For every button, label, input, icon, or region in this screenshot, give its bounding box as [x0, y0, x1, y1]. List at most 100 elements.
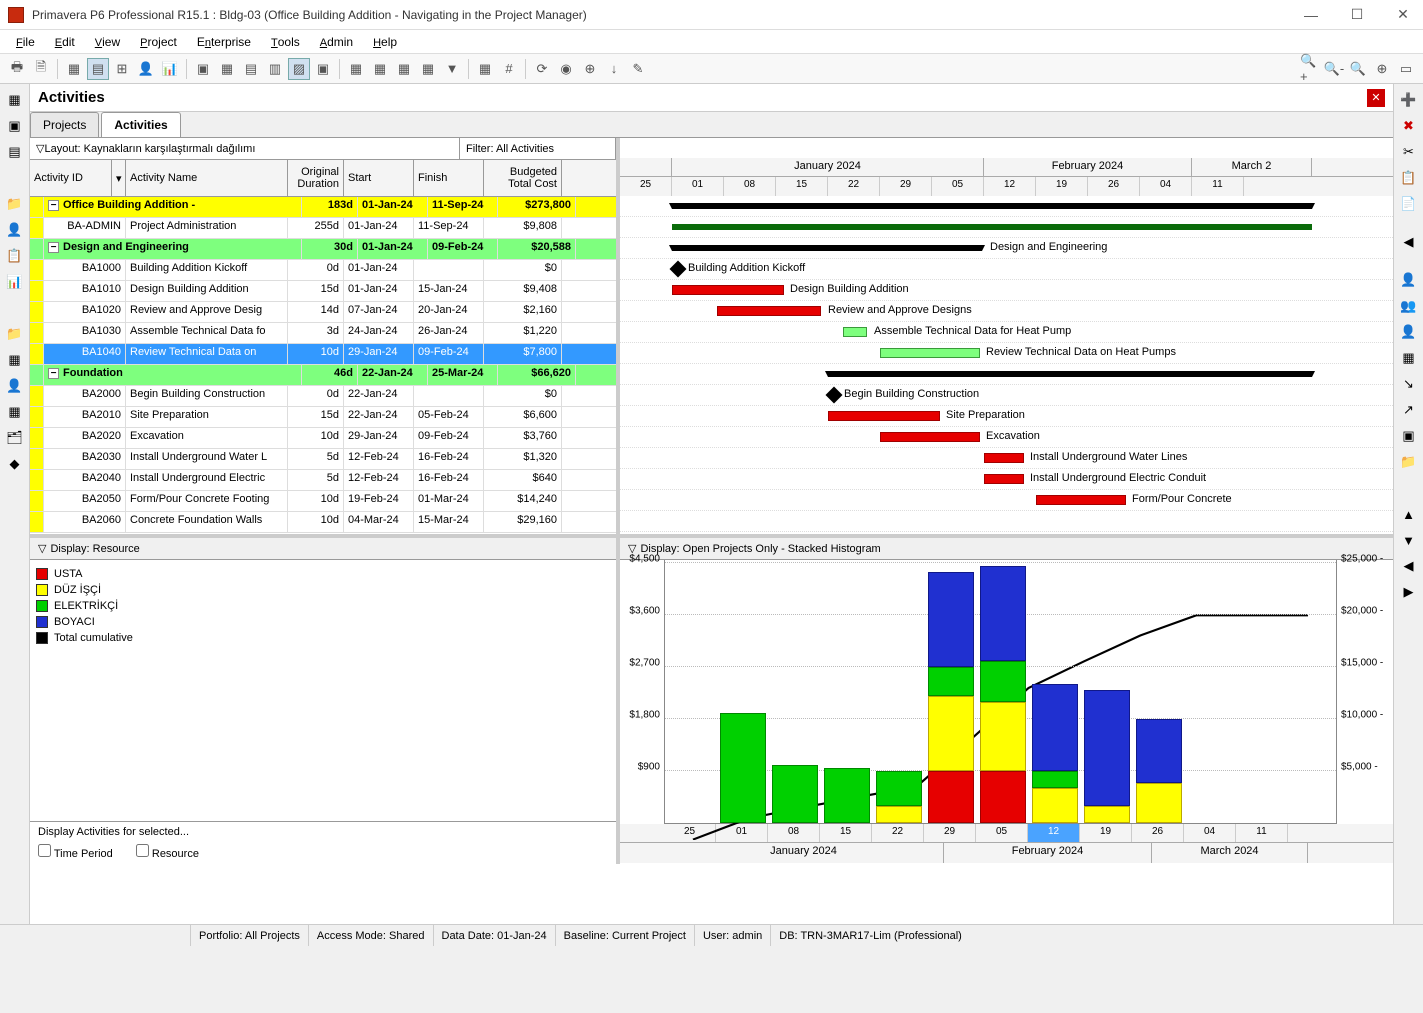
table-row[interactable]: BA2050Form/Pour Concrete Footing10d19-Fe…	[30, 491, 616, 512]
table-row[interactable]: BA1000Building Addition Kickoff0d01-Jan-…	[30, 260, 616, 281]
tool-icon[interactable]: ▥	[264, 58, 286, 80]
menu-file[interactable]: File	[8, 32, 43, 52]
arrow-up-icon[interactable]: ▲	[1399, 504, 1419, 524]
tool-icon[interactable]: ▣	[312, 58, 334, 80]
menu-project[interactable]: Project	[132, 32, 185, 52]
histogram-chart[interactable]	[664, 560, 1337, 824]
tool-icon[interactable]: ◉	[555, 58, 577, 80]
sidebar-icon[interactable]: 🗂	[5, 428, 25, 448]
hash-icon[interactable]: #	[498, 58, 520, 80]
close-panel-icon[interactable]: ✕	[1367, 89, 1385, 107]
menu-enterprise[interactable]: Enterprise	[189, 32, 259, 52]
menu-view[interactable]: View	[87, 32, 128, 52]
table-row[interactable]: −Foundation46d22-Jan-2425-Mar-24$66,620	[30, 365, 616, 386]
sidebar-icon[interactable]: 📋	[5, 246, 25, 266]
zoom-out-icon[interactable]: 🔍-	[1323, 58, 1345, 80]
sidebar-icon[interactable]: ▤	[5, 142, 25, 162]
sidebar-icon[interactable]: ▦	[5, 350, 25, 370]
tool-icon[interactable]: ▭	[1395, 58, 1417, 80]
code-icon[interactable]: ▦	[1399, 348, 1419, 368]
table-row[interactable]: BA-ADMINProject Administration255d01-Jan…	[30, 218, 616, 239]
menu-tools[interactable]: Tools	[263, 32, 308, 52]
tool-icon[interactable]: ⊕	[1371, 58, 1393, 80]
role-icon[interactable]: 👥	[1399, 296, 1419, 316]
table-row[interactable]: BA1040Review Technical Data on10d29-Jan-…	[30, 344, 616, 365]
layout-label[interactable]: ▽ Layout: Kaynakların karşılaştırmalı da…	[30, 138, 460, 159]
copy-icon[interactable]: 📋	[1399, 168, 1419, 188]
tool-icon[interactable]: ↓	[603, 58, 625, 80]
table-row[interactable]: BA1030Assemble Technical Data fo3d24-Jan…	[30, 323, 616, 344]
table-row[interactable]: BA1020Review and Approve Desig14d07-Jan-…	[30, 302, 616, 323]
doc-icon[interactable]: 📁	[1399, 452, 1419, 472]
table-row[interactable]: BA1010Design Building Addition15d01-Jan-…	[30, 281, 616, 302]
arrow-left-icon[interactable]: ◀	[1399, 232, 1419, 252]
sidebar-icon[interactable]: ▦	[5, 90, 25, 110]
table-row[interactable]: BA2030Install Underground Water L5d12-Fe…	[30, 449, 616, 470]
menu-help[interactable]: Help	[365, 32, 405, 52]
gantt-chart[interactable]: January 2024February 2024March 2 2501081…	[620, 138, 1393, 534]
table-row[interactable]: −Office Building Addition -183d01-Jan-24…	[30, 197, 616, 218]
sidebar-icon[interactable]: ◆	[5, 454, 25, 474]
sidebar-icon[interactable]: ▦	[5, 402, 25, 422]
print-icon[interactable]: 🖶	[6, 58, 28, 80]
assign-icon[interactable]: 👤	[1399, 322, 1419, 342]
zoom-in-icon[interactable]: 🔍+	[1299, 58, 1321, 80]
col-marker[interactable]: ▾	[112, 160, 126, 196]
zoom-fit-icon[interactable]: 🔍	[1347, 58, 1369, 80]
table-row[interactable]: BA2000Begin Building Construction0d22-Ja…	[30, 386, 616, 407]
sidebar-icon[interactable]: 📁	[5, 194, 25, 214]
col-activity-id[interactable]: Activity ID	[30, 160, 112, 196]
close-button[interactable]: ✕	[1391, 3, 1415, 27]
paste-icon[interactable]: 📄	[1399, 194, 1419, 214]
tab-projects[interactable]: Projects	[30, 112, 99, 137]
histogram-panel-header[interactable]: ▽Display: Open Projects Only - Stacked H…	[620, 538, 1393, 560]
tool-icon[interactable]: ▦	[474, 58, 496, 80]
gantt-view-icon[interactable]: ▤	[87, 58, 109, 80]
tool-icon[interactable]: ▦	[216, 58, 238, 80]
add-icon[interactable]: ➕	[1399, 90, 1419, 110]
col-start[interactable]: Start	[344, 160, 414, 196]
step-icon[interactable]: ▣	[1399, 426, 1419, 446]
resource-panel-header[interactable]: ▽Display: Resource	[30, 538, 616, 560]
tool-icon[interactable]: ▨	[288, 58, 310, 80]
resource-icon[interactable]: 👤	[135, 58, 157, 80]
schedule-icon[interactable]: ⟳	[531, 58, 553, 80]
tool-icon[interactable]: ✎	[627, 58, 649, 80]
col-duration[interactable]: Original Duration	[288, 160, 344, 196]
sidebar-icon[interactable]: 📊	[5, 272, 25, 292]
table-row[interactable]: BA2010Site Preparation15d22-Jan-2405-Feb…	[30, 407, 616, 428]
print-preview-icon[interactable]: 🗎	[30, 58, 52, 80]
table-view-icon[interactable]: ▦	[63, 58, 85, 80]
filter-label[interactable]: Filter: All Activities	[460, 138, 616, 159]
chart-icon[interactable]: 📊	[159, 58, 181, 80]
arrow-right-icon[interactable]: ▶	[1399, 582, 1419, 602]
resource-checkbox[interactable]: Resource	[136, 848, 199, 860]
minimize-button[interactable]: —	[1299, 3, 1323, 27]
sidebar-icon[interactable]: 👤	[5, 220, 25, 240]
pred-icon[interactable]: ↘	[1399, 374, 1419, 394]
col-activity-name[interactable]: Activity Name	[126, 160, 288, 196]
col-cost[interactable]: Budgeted Total Cost	[484, 160, 562, 196]
tool-icon[interactable]: ▦	[369, 58, 391, 80]
tool-icon[interactable]: ▦	[345, 58, 367, 80]
tool-icon[interactable]: ▦	[417, 58, 439, 80]
table-row[interactable]: −Design and Engineering30d01-Jan-2409-Fe…	[30, 239, 616, 260]
table-row[interactable]: BA2020Excavation10d29-Jan-2409-Feb-24$3,…	[30, 428, 616, 449]
cut-icon[interactable]: ✂	[1399, 142, 1419, 162]
tool-icon[interactable]: ▦	[393, 58, 415, 80]
arrow-left2-icon[interactable]: ◀	[1399, 556, 1419, 576]
delete-icon[interactable]: ✖	[1399, 116, 1419, 136]
table-row[interactable]: BA2060Concrete Foundation Walls10d04-Mar…	[30, 512, 616, 533]
sidebar-icon[interactable]: 📁	[5, 324, 25, 344]
sidebar-icon[interactable]: ▣	[5, 116, 25, 136]
col-finish[interactable]: Finish	[414, 160, 484, 196]
sidebar-icon[interactable]: 👤	[5, 376, 25, 396]
tool-icon[interactable]: ⊕	[579, 58, 601, 80]
tab-activities[interactable]: Activities	[101, 112, 180, 137]
tool-icon[interactable]: ▣	[192, 58, 214, 80]
table-row[interactable]: BA2040Install Underground Electric5d12-F…	[30, 470, 616, 491]
network-icon[interactable]: ⊞	[111, 58, 133, 80]
maximize-button[interactable]: ☐	[1345, 3, 1369, 27]
succ-icon[interactable]: ↗	[1399, 400, 1419, 420]
arrow-down-icon[interactable]: ▼	[1399, 530, 1419, 550]
